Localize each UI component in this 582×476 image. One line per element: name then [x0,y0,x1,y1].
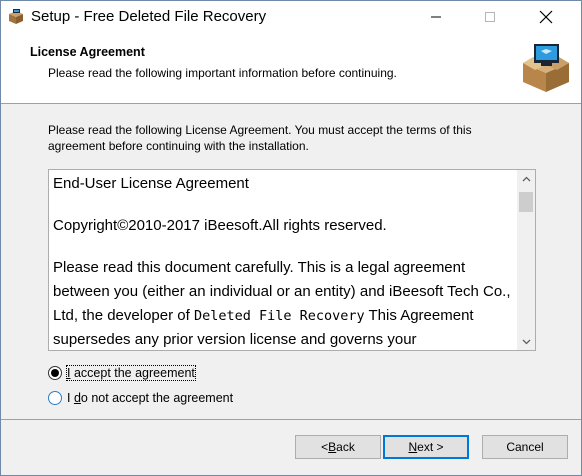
maximize-icon [485,12,495,22]
page-title: License Agreement [30,45,145,59]
decline-label[interactable]: I do not accept the agreement [67,391,233,405]
accept-option[interactable]: I accept the agreement [48,364,196,382]
license-copyright: Copyright©2010-2017 iBeesoft.All rights … [53,217,387,234]
wizard-header: License Agreement Please read the follow… [1,33,581,104]
decline-radio[interactable] [48,391,62,405]
cancel-button[interactable]: Cancel [482,435,568,459]
setup-window: Setup - Free Deleted File Recovery Licen… [0,0,582,476]
license-text-box[interactable]: End-User License Agreement Copyright©201… [48,169,536,351]
instruction-text: Please read the following License Agreem… [48,123,472,153]
decline-option[interactable]: I do not accept the agreement [48,389,233,407]
close-button[interactable] [523,1,569,33]
minimize-button[interactable] [413,1,459,33]
license-paragraph: Please read this document carefully. Thi… [53,259,511,348]
license-heading: End-User License Agreement [53,175,249,192]
installer-box-icon [521,43,571,93]
next-button[interactable]: Next > [383,435,469,459]
scroll-up-button[interactable] [517,170,535,187]
footer-divider [1,419,581,420]
window-title: Setup - Free Deleted File Recovery [31,8,267,25]
scroll-thumb[interactable] [519,192,533,212]
vertical-scrollbar[interactable] [517,170,535,350]
close-icon [539,10,553,24]
scroll-down-button[interactable] [517,333,535,350]
minimize-icon [431,16,441,18]
maximize-button[interactable] [467,1,513,33]
installer-box-icon [8,9,24,25]
scroll-up-icon [522,176,530,181]
back-button[interactable]: < Back [295,435,381,459]
page-subtitle: Please read the following important info… [48,66,397,80]
product-name: Deleted File Recovery [193,308,365,324]
accept-radio[interactable] [48,366,62,380]
title-bar: Setup - Free Deleted File Recovery [1,1,581,33]
accept-label[interactable]: I accept the agreement [66,365,196,381]
scroll-down-icon [522,339,530,344]
